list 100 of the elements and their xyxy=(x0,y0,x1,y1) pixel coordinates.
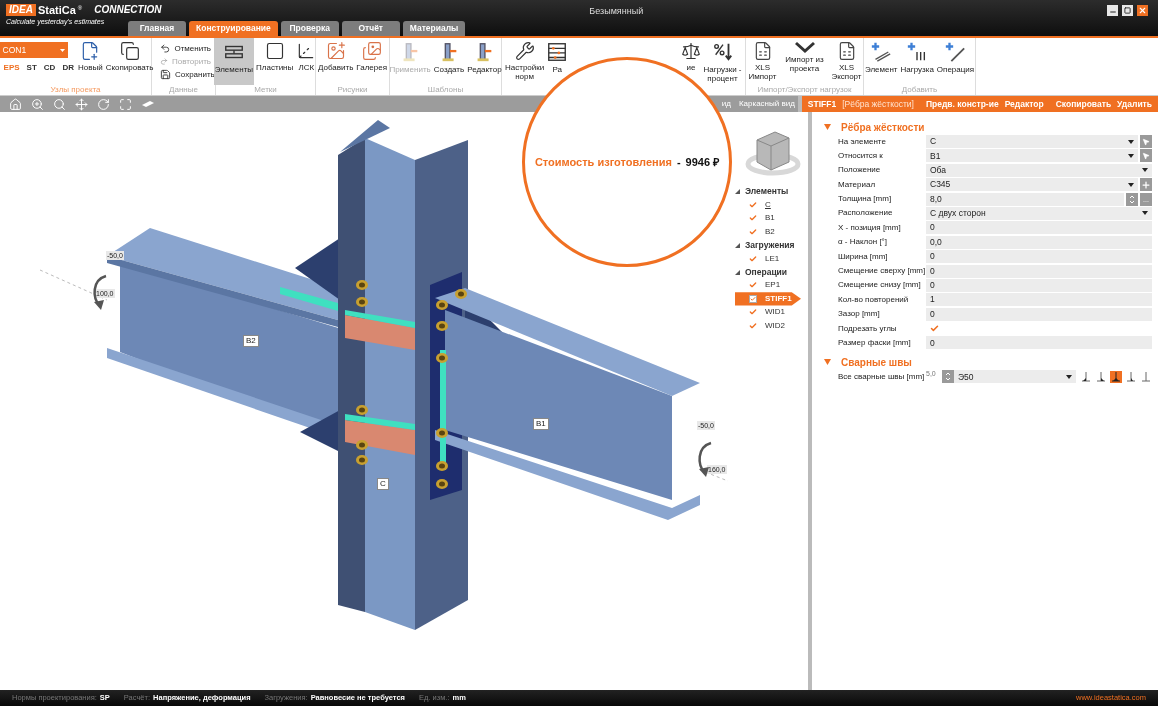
property-select[interactable]: B1 xyxy=(926,149,1138,163)
spinner-button[interactable] xyxy=(942,370,954,384)
weld-type-button[interactable] xyxy=(1110,370,1122,383)
pick-button[interactable] xyxy=(1140,149,1152,163)
expand-triangle-icon[interactable] xyxy=(735,189,740,195)
add-beam-icon xyxy=(870,41,893,63)
ribbon-button[interactable]: Элементы xyxy=(213,38,255,85)
tree-item[interactable]: WID2 xyxy=(735,318,801,333)
property-select[interactable]: Оба xyxy=(926,163,1152,177)
property-label: α - Наклон [°] xyxy=(838,236,889,249)
property-input[interactable]: 1 xyxy=(926,293,1152,307)
close-button[interactable] xyxy=(1137,5,1148,16)
tree-checkbox[interactable] xyxy=(749,308,757,317)
ribbon-button[interactable]: Отменить xyxy=(156,42,215,55)
zoom-button[interactable] xyxy=(30,97,44,111)
tree-checkbox[interactable] xyxy=(749,214,757,223)
ribbon-button[interactable]: Скопировать xyxy=(104,38,155,85)
copy-icon xyxy=(119,41,140,61)
ribbon-button[interactable]: Импорт из проекта xyxy=(784,38,825,85)
abacus-icon xyxy=(546,41,569,63)
property-select[interactable]: Э50 xyxy=(954,370,1076,384)
pick-button[interactable] xyxy=(1140,135,1152,148)
ribbon-button[interactable]: Операция xyxy=(935,38,976,85)
tree-checkbox[interactable] xyxy=(749,281,757,290)
tree-item[interactable]: WID1 xyxy=(735,305,801,319)
tree-checkbox[interactable] xyxy=(749,227,757,236)
ribbon-button[interactable]: Настройки норм xyxy=(504,38,546,85)
move-button[interactable] xyxy=(74,97,88,111)
save-icon xyxy=(160,69,171,80)
tree-item[interactable]: B2 xyxy=(735,225,801,239)
tree-item[interactable]: C xyxy=(735,198,801,212)
ribbon-button[interactable]: Ра xyxy=(545,38,570,85)
ribbon-tab[interactable]: Материалы xyxy=(402,21,466,36)
member-label: C xyxy=(377,478,389,490)
spinner-button[interactable] xyxy=(1126,192,1138,206)
filter-tab[interactable]: ST xyxy=(26,62,37,74)
search-button[interactable] xyxy=(52,97,66,111)
redo-icon xyxy=(160,56,168,67)
property-label: Положение xyxy=(838,164,882,177)
fit-view-button[interactable] xyxy=(118,97,132,111)
property-input[interactable]: 0,0 xyxy=(926,235,1152,249)
undo-icon xyxy=(160,43,171,54)
tree-item[interactable]: B1 xyxy=(735,211,801,226)
property-label: Смещение снизу [mm] xyxy=(838,279,922,292)
tree-item[interactable]: LE1 xyxy=(735,251,801,266)
group-label: Данные xyxy=(169,85,198,95)
rotate-button[interactable] xyxy=(96,97,110,111)
tree-checkbox[interactable] xyxy=(749,321,757,330)
navigation-cube-icon[interactable] xyxy=(745,128,801,178)
ribbon-button[interactable]: Нагрузки - процент xyxy=(702,38,743,85)
maximize-button[interactable] xyxy=(1122,5,1133,16)
property-label: Толщина [mm] xyxy=(838,193,893,206)
property-input[interactable]: 8,0 xyxy=(926,192,1124,206)
filter-tab[interactable]: CD xyxy=(43,62,56,74)
add-button[interactable] xyxy=(1140,178,1152,192)
property-input[interactable]: 0 xyxy=(926,264,1152,278)
minimize-button[interactable] xyxy=(1107,5,1118,16)
ribbon-tab[interactable]: Проверка xyxy=(280,21,339,36)
ribbon-button[interactable]: Редактор xyxy=(466,38,503,85)
ribbon-tab[interactable]: Главная xyxy=(128,21,186,36)
home-button[interactable] xyxy=(8,97,22,111)
filter-tab[interactable]: DR xyxy=(62,62,74,74)
property-select[interactable]: С345 xyxy=(926,178,1138,192)
property-select[interactable]: C xyxy=(926,135,1138,148)
property-select[interactable]: С двух сторон xyxy=(926,206,1152,220)
property-input[interactable]: 0 xyxy=(926,278,1152,292)
ribbon-button[interactable]: Добавить xyxy=(317,38,355,85)
dropdown-caret-icon xyxy=(1142,168,1148,173)
zoom-icon xyxy=(30,97,44,111)
close-icon xyxy=(1138,6,1147,15)
brand-name: StatiCa xyxy=(37,4,76,16)
tree-checkbox[interactable] xyxy=(749,254,757,263)
ribbon-button[interactable]: ЛСК xyxy=(295,38,318,85)
ribbon-button[interactable]: Создать xyxy=(432,38,466,85)
property-input[interactable]: 0 xyxy=(926,221,1152,235)
property-input[interactable]: 0 xyxy=(926,336,1152,350)
property-input[interactable]: 0 xyxy=(926,250,1152,264)
tree-item[interactable]: EP1 xyxy=(735,278,801,293)
tree-checkbox[interactable] xyxy=(749,294,757,303)
ribbon-button[interactable]: Сохранить xyxy=(156,68,215,81)
tree-checkbox[interactable] xyxy=(749,201,757,210)
ribbon-button[interactable]: XLS Импорт xyxy=(742,38,783,85)
operation-type: [Рёбра жёсткости] xyxy=(842,97,914,111)
group-label: Узлы проекта xyxy=(50,85,101,95)
ribbon-tab[interactable]: Отчёт xyxy=(341,21,400,36)
ribbon-button[interactable]: Галерея xyxy=(355,38,389,85)
property-input[interactable]: 0 xyxy=(926,307,1152,321)
expand-triangle-icon[interactable] xyxy=(735,242,740,248)
property-label: На элементе xyxy=(838,135,887,148)
section-caret-icon[interactable] xyxy=(824,124,831,130)
section-caret-icon[interactable] xyxy=(824,359,831,366)
ribbon-button[interactable]: Пластины xyxy=(255,38,295,85)
ribbon-button[interactable]: Новый xyxy=(76,38,104,85)
expand-triangle-icon[interactable] xyxy=(735,269,740,275)
dropdown-caret-icon xyxy=(1128,153,1134,158)
ribbon-button[interactable]: ие xyxy=(680,38,702,85)
tree-group-label: Операции xyxy=(745,265,788,279)
property-checkbox[interactable] xyxy=(930,324,939,334)
ribbon-button[interactable]: Нагрузка xyxy=(899,38,935,85)
home-icon xyxy=(8,97,22,111)
